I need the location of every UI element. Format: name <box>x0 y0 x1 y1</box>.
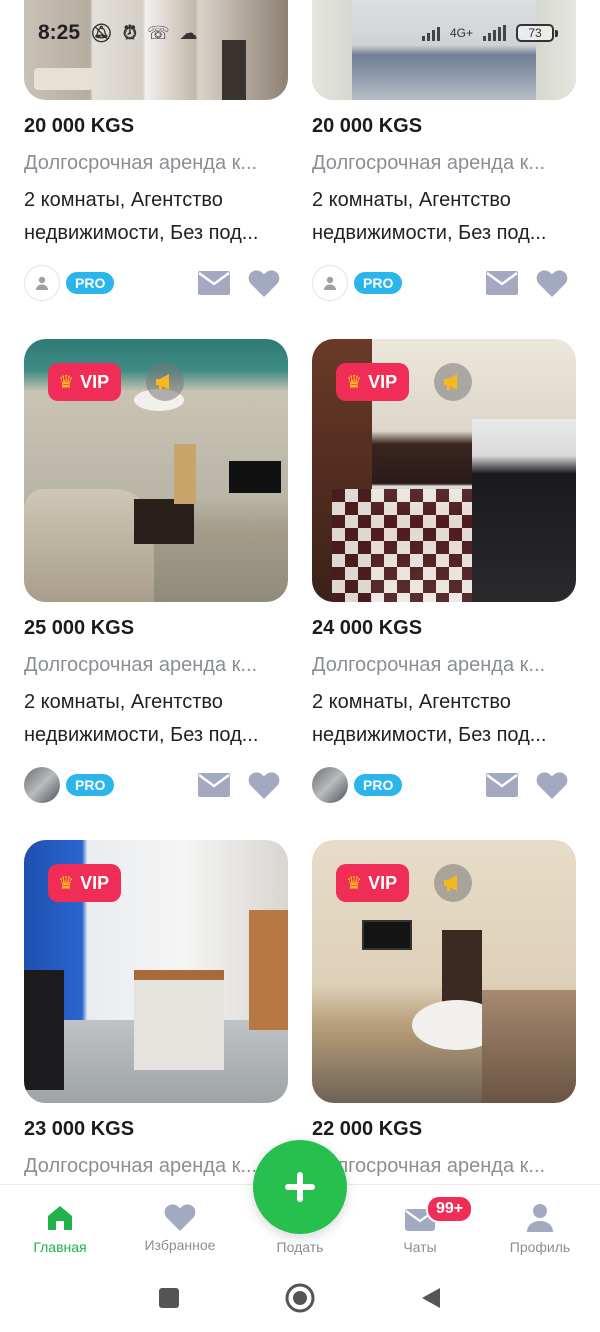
listing-price: 23 000 KGS <box>24 1118 135 1140</box>
listing-card[interactable]: ♛ VIP 24 000 KGS Долгосрочная аренда к..… <box>312 339 576 804</box>
pro-badge: PRO <box>66 272 115 294</box>
listing-title: Долгосрочная аренда к... <box>24 1155 258 1177</box>
vip-badge: ♛ VIP <box>336 864 410 902</box>
listing-price: 20 000 KGS <box>312 115 423 137</box>
listing-photo[interactable]: ♛ VIP <box>24 339 288 602</box>
message-icon[interactable] <box>486 773 518 797</box>
vip-badge: ♛ VIP <box>48 363 122 401</box>
plus-icon <box>285 1172 315 1202</box>
vip-label: VIP <box>80 371 110 392</box>
listing-title: Долгосрочная аренда к... <box>24 654 258 676</box>
vip-label: VIP <box>368 371 398 392</box>
pro-badge: PRO <box>354 272 403 294</box>
message-icon[interactable] <box>198 271 230 295</box>
listing-title: Долгосрочная аренда к... <box>312 654 546 676</box>
nav-home-label: Главная <box>33 1239 87 1255</box>
listing-title: Долгосрочная аренда к... <box>24 152 258 174</box>
listing-photo[interactable] <box>312 0 576 100</box>
megaphone-icon <box>434 363 472 401</box>
vip-badge: ♛ VIP <box>48 864 122 902</box>
listing-card[interactable]: 20 000 KGS Долгосрочная аренда к... 2 ко… <box>312 0 576 302</box>
listing-description: 2 комнаты, Агентство недвижимости, Без п… <box>24 189 259 244</box>
message-icon[interactable] <box>486 271 518 295</box>
listing-card[interactable]: 20 000 KGS Долгосрочная аренда к... 2 ко… <box>24 0 288 302</box>
listing-title: Долгосрочная аренда к... <box>312 1155 546 1177</box>
chats-unread-badge: 99+ <box>426 1195 474 1223</box>
nav-chats[interactable]: 99+ Чаты <box>360 1185 480 1265</box>
nav-home[interactable]: Главная <box>0 1185 120 1265</box>
heart-icon <box>164 1204 196 1231</box>
post-ad-fab[interactable] <box>253 1140 347 1234</box>
vip-label: VIP <box>368 872 398 893</box>
listing-photo[interactable] <box>24 0 288 100</box>
listing-card[interactable]: ♛ VIP 22 000 KGS Долгосрочная аренда к..… <box>312 840 576 1179</box>
default-avatar-icon[interactable] <box>24 265 60 301</box>
listing-price: 24 000 KGS <box>312 617 423 639</box>
listing-price: 22 000 KGS <box>312 1118 423 1140</box>
nav-favorites-label: Избранное <box>144 1237 216 1253</box>
favorite-heart-icon[interactable] <box>536 269 568 297</box>
building-avatar[interactable] <box>312 767 348 803</box>
crown-icon: ♛ <box>58 872 75 893</box>
listing-card[interactable]: ♛ VIP 25 000 KGS Долгосрочная аренда к..… <box>24 339 288 804</box>
crown-icon: ♛ <box>346 872 363 893</box>
listing-photo[interactable]: ♛ VIP <box>312 840 576 1103</box>
crown-icon: ♛ <box>346 371 363 392</box>
listing-card[interactable]: ♛ VIP 23 000 KGS Долгосрочная аренда к..… <box>24 840 288 1179</box>
message-icon[interactable] <box>198 773 230 797</box>
building-avatar[interactable] <box>24 767 60 803</box>
listing-price: 20 000 KGS <box>24 115 135 137</box>
back-icon[interactable] <box>420 1286 442 1310</box>
vip-label: VIP <box>80 872 110 893</box>
listing-photo[interactable]: ♛ VIP <box>312 339 576 602</box>
favorite-heart-icon[interactable] <box>248 771 280 799</box>
listing-title: Долгосрочная аренда к... <box>312 152 546 174</box>
system-nav-bar <box>0 1264 600 1332</box>
nav-favorites[interactable]: Избранное <box>120 1185 240 1265</box>
vip-badge: ♛ VIP <box>336 363 410 401</box>
pro-badge: PRO <box>354 774 403 796</box>
default-avatar-icon[interactable] <box>312 265 348 301</box>
megaphone-icon <box>434 864 472 902</box>
nav-post-label: Подать <box>276 1239 324 1255</box>
home-circle-icon[interactable] <box>285 1283 315 1313</box>
pro-badge: PRO <box>66 774 115 796</box>
nav-chats-label: Чаты <box>403 1239 437 1255</box>
favorite-heart-icon[interactable] <box>248 269 280 297</box>
megaphone-icon <box>146 363 184 401</box>
listing-price: 25 000 KGS <box>24 617 135 639</box>
profile-icon <box>527 1204 553 1232</box>
home-icon <box>48 1206 72 1230</box>
nav-profile[interactable]: Профиль <box>480 1185 600 1265</box>
listing-photo[interactable]: ♛ VIP <box>24 840 288 1103</box>
recents-icon[interactable] <box>158 1287 180 1309</box>
listing-description: 2 комнаты, Агентство недвижимости, Без п… <box>312 691 547 746</box>
crown-icon: ♛ <box>58 371 75 392</box>
listing-grid: 20 000 KGS Долгосрочная аренда к... 2 ко… <box>24 0 576 1184</box>
listing-description: 2 комнаты, Агентство недвижимости, Без п… <box>312 189 547 244</box>
listing-description: 2 комнаты, Агентство недвижимости, Без п… <box>24 691 259 746</box>
nav-profile-label: Профиль <box>509 1239 571 1255</box>
favorite-heart-icon[interactable] <box>536 771 568 799</box>
